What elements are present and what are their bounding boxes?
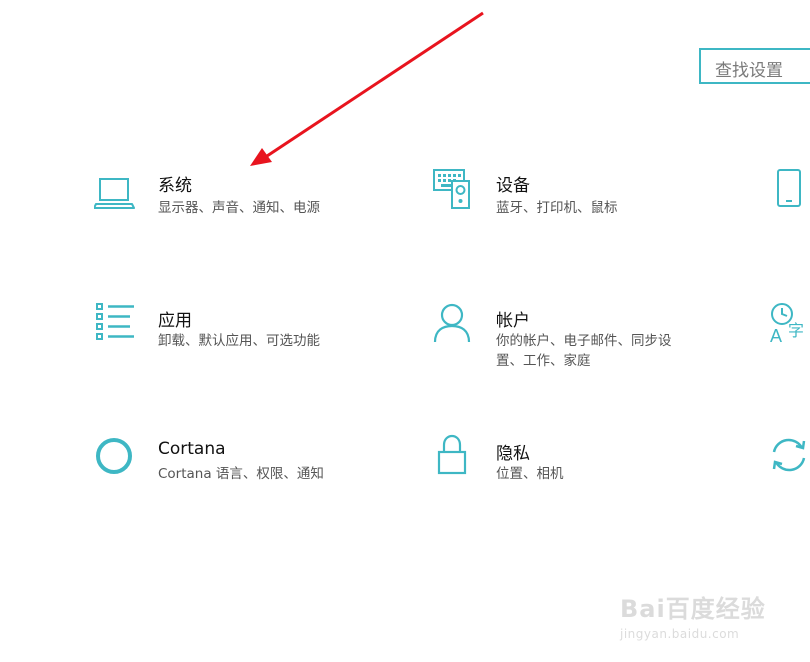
tile-title: 设备: [496, 176, 530, 196]
person-icon: [433, 303, 471, 343]
tile-desc: Cortana 语言、权限、通知: [158, 466, 324, 482]
tile-title: 系统: [158, 176, 192, 196]
tile-system[interactable]: 系统 显示器、声音、通知、电源: [94, 170, 354, 230]
tile-title: 帐户: [496, 311, 530, 331]
keyboard-speaker-icon: [433, 169, 470, 209]
circle-icon: [96, 438, 132, 474]
tile-cortana[interactable]: Cortana Cortana 语言、权限、通知: [94, 436, 364, 486]
tile-desc: 你的帐户、电子邮件、同步设: [496, 333, 672, 349]
tile-phone-partial[interactable]: [775, 168, 810, 213]
tile-apps[interactable]: 应用 卸载、默认应用、可选功能: [94, 302, 354, 362]
lock-icon: [437, 434, 467, 475]
tile-privacy[interactable]: 隐私 位置、相机: [432, 434, 702, 484]
svg-text:A: A: [770, 326, 782, 344]
tile-desc-line2: 置、工作、家庭: [496, 353, 591, 369]
list-icon: [96, 303, 134, 340]
tile-title: Cortana: [158, 439, 226, 459]
tile-desc: 蓝牙、打印机、鼠标: [496, 200, 618, 216]
baidu-watermark: Bai百度经验 jingyan.baidu.com: [620, 575, 780, 645]
search-input[interactable]: 查找设置: [699, 48, 810, 84]
tile-time-language-partial[interactable]: A 字: [768, 302, 810, 347]
laptop-icon: [94, 178, 135, 209]
sync-icon: [772, 438, 806, 472]
settings-home: 查找设置 系统 显示器、声音、通知、电源 设备 蓝牙、打印机、鼠标 应用 卸载、…: [0, 0, 810, 662]
phone-icon: [777, 169, 801, 207]
tile-desc: 卸载、默认应用、可选功能: [158, 333, 320, 349]
tile-update-partial[interactable]: [768, 434, 810, 479]
svg-text:字: 字: [788, 321, 804, 340]
tile-desc: 位置、相机: [496, 466, 564, 482]
time-language-icon: A 字: [770, 303, 804, 344]
tile-desc: 显示器、声音、通知、电源: [158, 200, 320, 216]
tile-title: 应用: [158, 311, 192, 331]
watermark-logo-text: Bai百度经验: [620, 595, 766, 623]
search-placeholder: 查找设置: [715, 61, 783, 81]
tile-devices[interactable]: 设备 蓝牙、打印机、鼠标: [432, 168, 702, 228]
tile-title: 隐私: [496, 444, 530, 464]
tile-accounts[interactable]: 帐户 你的帐户、电子邮件、同步设 置、工作、家庭: [432, 302, 702, 372]
watermark-url: jingyan.baidu.com: [620, 627, 740, 641]
